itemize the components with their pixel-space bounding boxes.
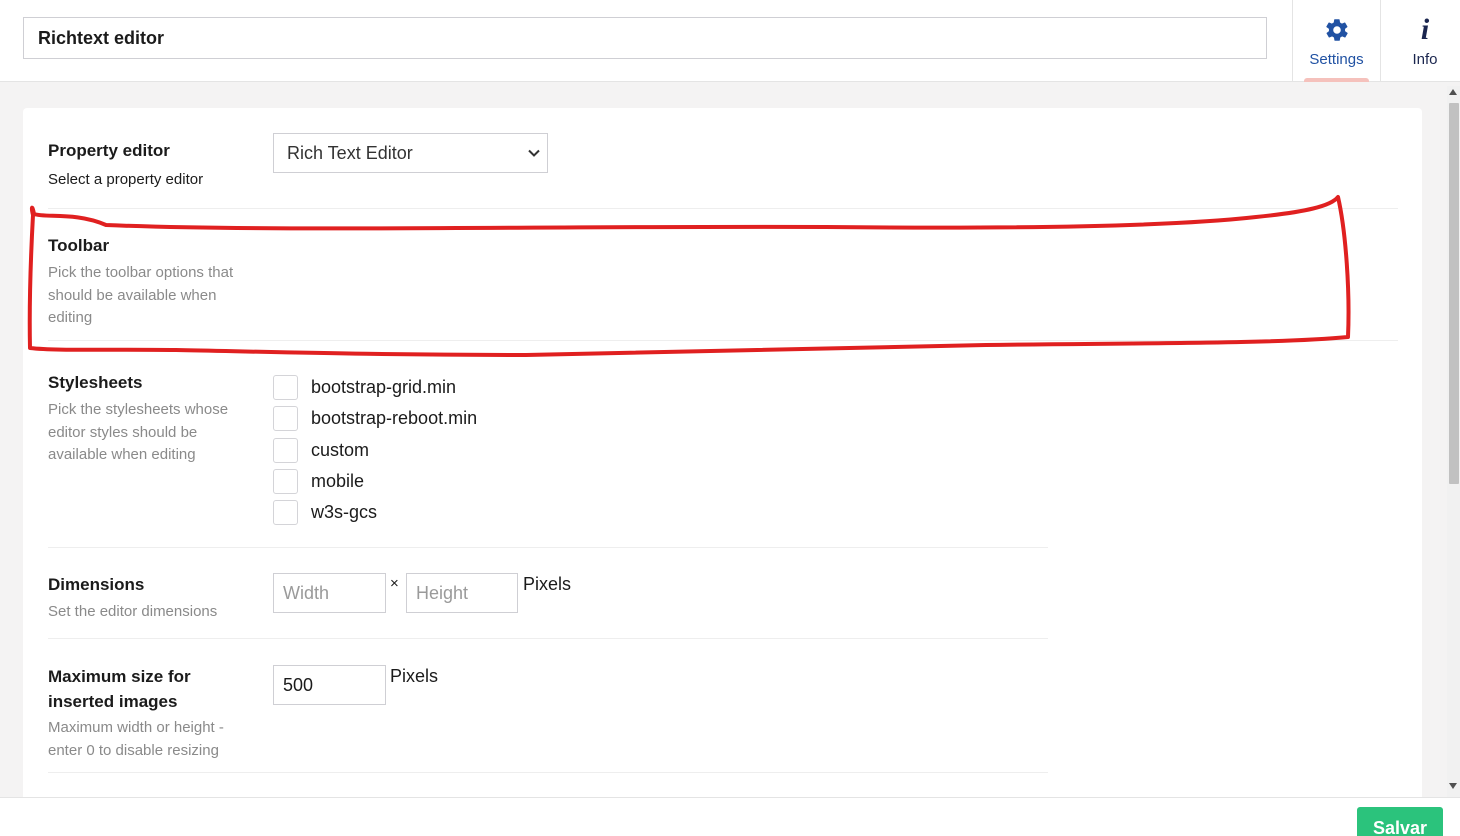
app-settings[interactable]: Settings — [1293, 0, 1381, 82]
stylesheet-checkbox[interactable] — [273, 500, 298, 526]
divider — [48, 208, 1398, 209]
info-icon: i — [1420, 13, 1430, 46]
footer-bar — [0, 797, 1460, 836]
stylesheets-label: Stylesheets — [48, 373, 143, 392]
scroll-up-icon[interactable] — [1449, 89, 1457, 95]
dimensions-separator: × — [390, 575, 399, 592]
app-info[interactable]: i Info — [1381, 0, 1460, 82]
property-editor-label: Property editor — [48, 141, 170, 160]
stylesheet-option-label: bootstrap-reboot.min — [311, 408, 478, 429]
stylesheets-checklist: bootstrap-grid.min bootstrap-reboot.min … — [273, 372, 477, 528]
divider — [48, 547, 1048, 548]
property-editor-select[interactable]: Rich Text Editor — [273, 133, 548, 173]
toolbar-section: Toolbar Pick the toolbar options that sh… — [48, 233, 248, 330]
stylesheets-section: Stylesheets Pick the stylesheets whose e… — [48, 370, 248, 467]
stylesheet-option[interactable]: w3s-gcs — [273, 497, 477, 528]
stylesheet-checkbox[interactable] — [273, 375, 298, 401]
toolbar-label: Toolbar — [48, 236, 110, 255]
name-input[interactable] — [23, 17, 1267, 59]
stylesheet-option-label: bootstrap-grid.min — [311, 377, 457, 398]
stylesheet-option-label: custom — [311, 439, 370, 460]
chevron-down-icon — [528, 149, 540, 157]
dimensions-unit: Pixels — [523, 574, 572, 594]
dimensions-section: Dimensions Set the editor dimensions — [48, 572, 248, 624]
stylesheet-checkbox[interactable] — [273, 406, 298, 432]
scroll-down-icon[interactable] — [1449, 783, 1457, 789]
stylesheets-description: Pick the stylesheets whose editor styles… — [48, 401, 229, 463]
max-image-size-section: Maximum size for inserted images Maximum… — [48, 664, 248, 762]
top-bar: Settings i Info — [0, 0, 1460, 82]
stylesheet-checkbox[interactable] — [273, 437, 298, 463]
save-button[interactable]: Salvar — [1357, 807, 1443, 836]
toolbar-description: Pick the toolbar options that should be … — [48, 264, 234, 326]
stylesheet-option-label: w3s-gcs — [311, 502, 378, 523]
width-input[interactable] — [273, 573, 386, 613]
property-editor-selected: Rich Text Editor — [287, 143, 413, 163]
height-input[interactable] — [406, 573, 518, 613]
divider — [48, 340, 1398, 341]
scrollbar-thumb[interactable] — [1449, 103, 1459, 484]
app-info-label: Info — [1412, 51, 1438, 68]
property-editor-section: Property editor Select a property editor — [48, 138, 248, 192]
max-image-size-label: Maximum size for inserted images — [48, 667, 191, 711]
gear-icon — [1293, 15, 1380, 45]
stylesheet-option[interactable]: custom — [273, 435, 477, 466]
stylesheet-option[interactable]: bootstrap-grid.min — [273, 372, 477, 403]
stylesheet-option-label: mobile — [311, 471, 365, 492]
divider — [48, 638, 1048, 639]
dimensions-description: Set the editor dimensions — [48, 603, 218, 620]
stylesheet-checkbox[interactable] — [273, 469, 298, 495]
settings-panel: Property editor Select a property editor… — [23, 108, 1422, 808]
stylesheet-option[interactable]: bootstrap-reboot.min — [273, 403, 477, 434]
app-settings-label: Settings — [1309, 51, 1364, 68]
divider — [48, 772, 1048, 773]
max-image-size-unit: Pixels — [390, 666, 439, 686]
max-image-size-description: Maximum width or height - enter 0 to dis… — [48, 719, 224, 759]
editor-apps: Settings i Info — [1292, 0, 1460, 82]
max-image-size-input[interactable] — [273, 665, 386, 705]
dimensions-label: Dimensions — [48, 575, 145, 594]
property-editor-description: Select a property editor — [48, 171, 204, 188]
stylesheet-option[interactable]: mobile — [273, 466, 477, 497]
